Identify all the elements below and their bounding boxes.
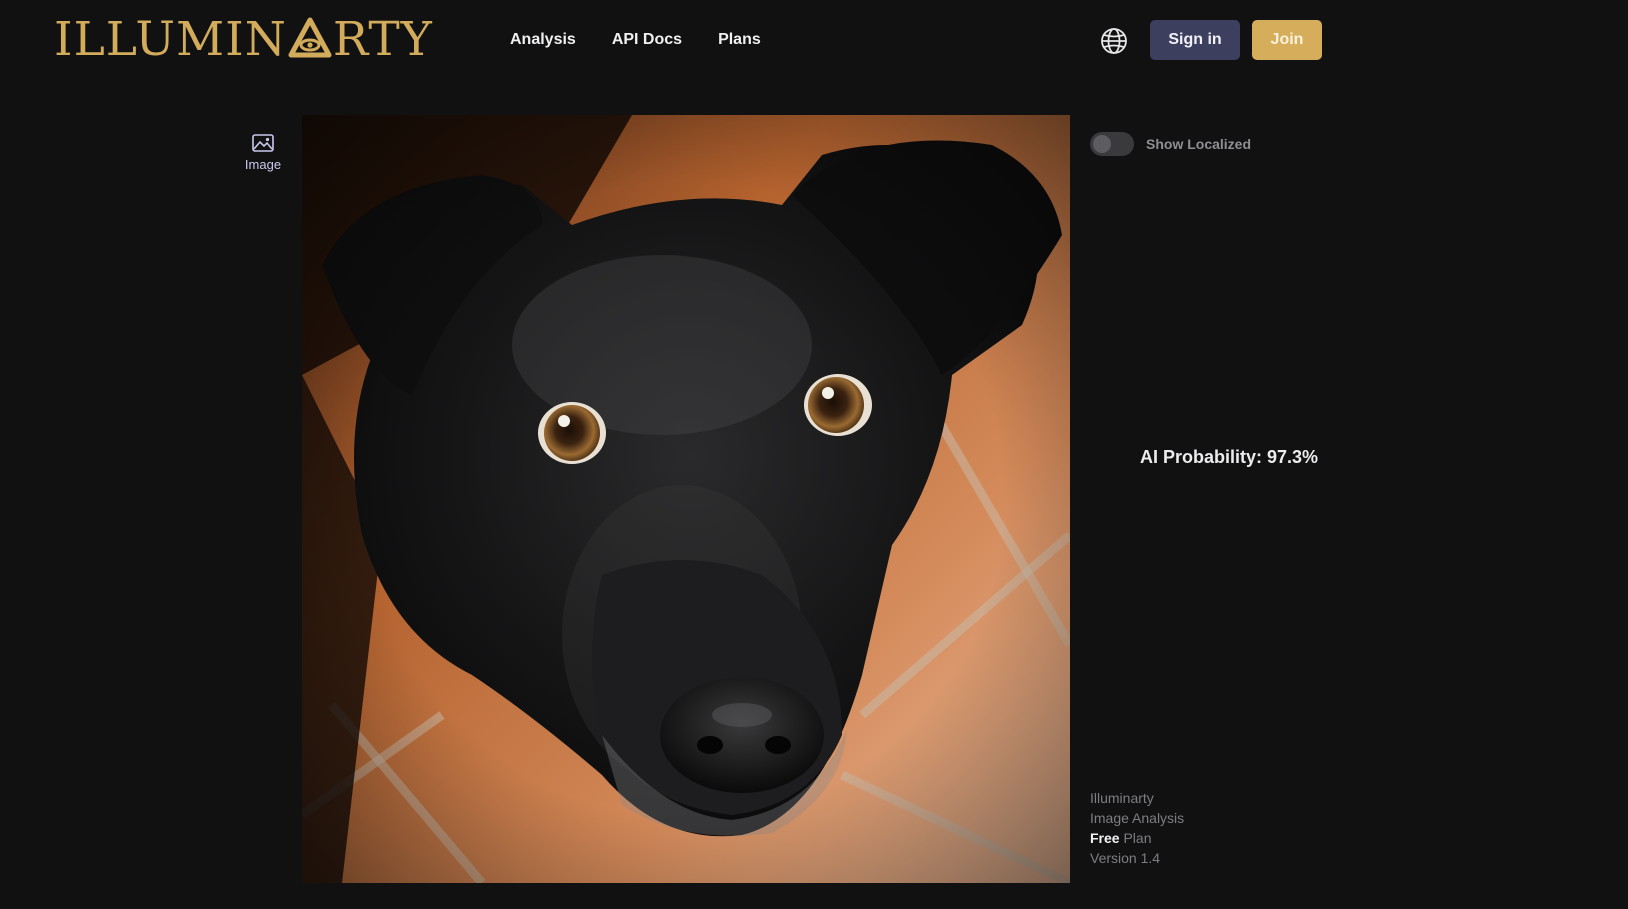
analyzed-image [302, 115, 1070, 883]
nav-api-docs[interactable]: API Docs [612, 28, 682, 52]
image-tool-button[interactable]: Image [236, 132, 290, 172]
plan-suffix: Plan [1123, 830, 1152, 846]
image-icon [252, 134, 274, 152]
page: ILLUMIN RTY Analysis API Docs Plans Sign… [0, 0, 1628, 909]
join-button[interactable]: Join [1252, 20, 1322, 60]
nav-analysis[interactable]: Analysis [510, 28, 576, 52]
plan-name: Free [1090, 830, 1120, 846]
show-localized-toggle[interactable] [1090, 132, 1134, 156]
app-info: Illuminarty Image Analysis Free Plan Ver… [1090, 788, 1184, 868]
image-tool-label: Image [244, 157, 282, 172]
logo[interactable]: ILLUMIN RTY [54, 11, 433, 67]
logo-text-left: ILLUMIN [54, 11, 287, 67]
show-localized-toggle-row[interactable]: Show Localized [1090, 132, 1251, 156]
app-name: Illuminarty [1090, 790, 1154, 806]
logo-text-right: RTY [332, 11, 433, 67]
main-nav: Analysis API Docs Plans [510, 28, 761, 52]
app-version: Version 1.4 [1090, 850, 1161, 866]
ai-probability-result: AI Probability: 97.3% [1140, 447, 1319, 467]
globe-icon[interactable] [1099, 26, 1129, 56]
show-localized-label: Show Localized [1146, 136, 1252, 152]
logo-pyramid-icon [288, 17, 332, 58]
nav-plans[interactable]: Plans [718, 28, 761, 52]
dog-photo [302, 115, 1070, 883]
header: ILLUMIN RTY Analysis API Docs Plans Sign… [0, 0, 1628, 82]
toggle-knob [1093, 135, 1111, 153]
sign-in-button[interactable]: Sign in [1150, 20, 1240, 60]
app-subtitle: Image Analysis [1090, 810, 1185, 826]
plan-info: Free Plan [1090, 828, 1184, 848]
